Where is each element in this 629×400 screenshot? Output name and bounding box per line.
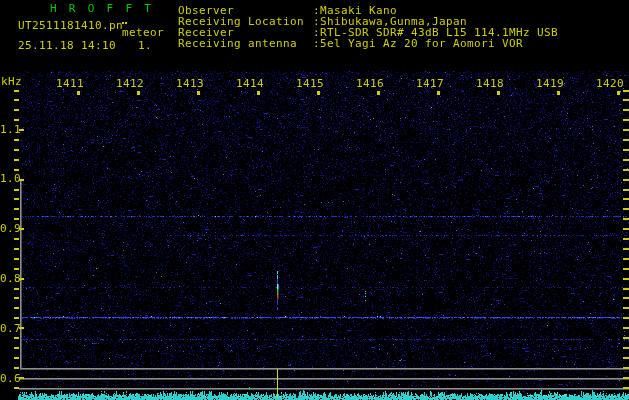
station-code: meteor — [122, 27, 164, 38]
x-axis-label: 1414 — [236, 78, 264, 89]
hrofft-screen: H R O F F T UT2511181410.pn meteor 25.11… — [0, 0, 629, 400]
y-axis-label: 1.1 — [0, 124, 24, 135]
capture-datetime: 25.11.18 14:10 — [18, 40, 116, 51]
x-axis-label: 1411 — [56, 78, 84, 89]
capture-filename: UT2511181410.pn — [18, 20, 123, 31]
info-value: :5el Yagi Az 20 for Aomori VOR — [313, 38, 523, 49]
info-row: Receiving antenna :5el Yagi Az 20 for Ao… — [178, 38, 629, 49]
x-axis-label: 1420 — [596, 78, 624, 89]
x-axis-label: 1416 — [356, 78, 384, 89]
x-axis-label: 1418 — [476, 78, 504, 89]
y-axis-label: 0.6 — [0, 373, 24, 384]
x-axis-label: 1419 — [536, 78, 564, 89]
y-axis-label: 0.7 — [0, 323, 24, 334]
y-axis-unit: kHz — [1, 76, 22, 87]
x-axis-label: 1412 — [116, 78, 144, 89]
x-axis-label: 1415 — [296, 78, 324, 89]
info-label: Receiving antenna — [178, 38, 297, 49]
x-axis-label: 1413 — [176, 78, 204, 89]
frame-counter: 1. — [138, 40, 152, 51]
y-axis-label: 0.9 — [0, 223, 24, 234]
y-axis-label: 0.8 — [0, 273, 24, 284]
spectrogram-canvas — [0, 0, 629, 400]
y-axis-label: 1.0 — [0, 173, 24, 184]
filename-g-remnant — [122, 22, 124, 24]
x-axis-label: 1417 — [416, 78, 444, 89]
app-title: H R O F F T — [50, 3, 154, 14]
